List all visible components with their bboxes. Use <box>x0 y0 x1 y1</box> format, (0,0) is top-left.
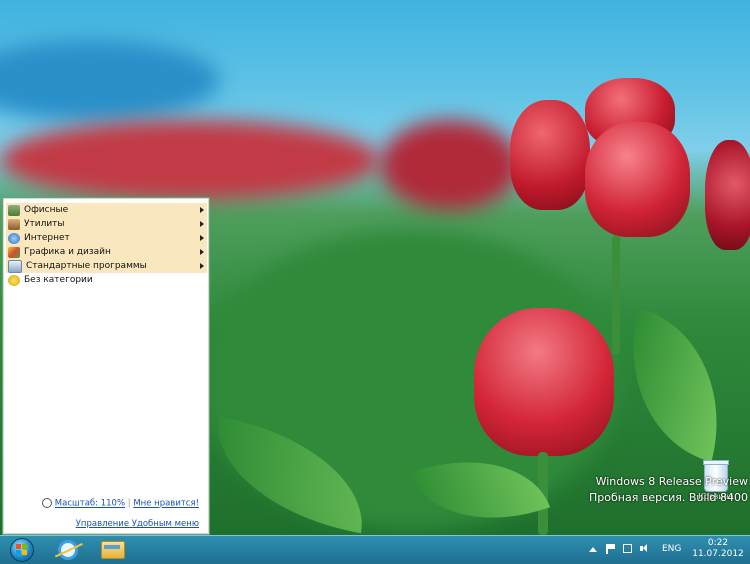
menu-item-label: Без категории <box>24 275 93 285</box>
show-hidden-icons[interactable] <box>589 547 597 552</box>
menu-item-label: Интернет <box>24 233 70 243</box>
tulip-edge <box>705 140 750 250</box>
menu-footer-bottom: Управление Удобным меню <box>3 511 199 530</box>
clock-time: 0:22 <box>707 538 729 548</box>
tulip-leaf <box>605 307 745 463</box>
menu-item-uncategorized[interactable]: Без категории <box>6 273 207 287</box>
tulip-right <box>585 122 690 237</box>
menu-item-office[interactable]: Офисные <box>6 203 207 217</box>
menu-item-label: Офисные <box>24 205 69 215</box>
menu-item-utilities[interactable]: Утилиты <box>6 217 207 231</box>
graphics-icon <box>8 246 20 258</box>
internet-explorer-button[interactable] <box>48 537 88 563</box>
clock-date: 11.07.2012 <box>692 549 744 559</box>
blurred-tulips <box>0 120 380 200</box>
watermark-line2: Пробная версия. Build 8400 <box>589 491 748 504</box>
language-indicator[interactable]: ENG <box>662 544 681 554</box>
menu-item-internet[interactable]: Интернет <box>6 231 207 245</box>
magnifier-icon <box>41 498 52 508</box>
tulip-left <box>510 100 590 210</box>
separator: | <box>127 498 131 509</box>
sky-cloud <box>0 40 220 120</box>
taskbar: ENG 0:22 11.07.2012 <box>0 535 750 564</box>
menu-item-standard[interactable]: Стандартные программы <box>6 259 207 273</box>
chevron-right-icon <box>200 249 204 255</box>
os-watermark: Windows 8 Release Preview Пробная версия… <box>589 474 748 506</box>
start-menu: Офисные Утилиты Интернет Графика и дизай… <box>2 197 210 535</box>
start-button[interactable] <box>2 537 42 563</box>
action-center-flag-icon[interactable] <box>606 544 615 554</box>
utilities-icon <box>8 218 20 230</box>
windows-logo-icon <box>10 538 34 562</box>
menu-item-label: Графика и дизайн <box>24 247 111 257</box>
menu-footer-top: Масштаб: 110% | Мне нравится! <box>3 498 199 509</box>
network-icon[interactable] <box>623 544 632 553</box>
watermark-line1: Windows 8 Release Preview <box>595 475 748 488</box>
menu-item-label: Утилиты <box>24 219 65 229</box>
tulip-center <box>474 308 614 456</box>
volume-icon[interactable] <box>640 544 649 553</box>
internet-icon <box>8 232 20 244</box>
like-link[interactable]: Мне нравится! <box>133 499 199 509</box>
standard-programs-icon <box>8 259 22 273</box>
office-icon <box>8 204 20 216</box>
uncategorized-icon <box>8 274 20 286</box>
chevron-right-icon <box>200 207 204 213</box>
blurred-tulips <box>380 120 520 210</box>
chevron-right-icon <box>200 221 204 227</box>
zoom-link[interactable]: Масштаб: 110% <box>55 499 125 509</box>
manage-menu-link[interactable]: Управление Удобным меню <box>76 519 199 529</box>
chevron-right-icon <box>200 235 204 241</box>
menu-item-graphics[interactable]: Графика и дизайн <box>6 245 207 259</box>
chevron-right-icon <box>200 263 204 269</box>
menu-item-label: Стандартные программы <box>26 261 147 271</box>
file-explorer-button[interactable] <box>93 537 133 563</box>
clock[interactable]: 0:22 11.07.2012 <box>690 538 746 560</box>
internet-explorer-icon <box>54 540 86 563</box>
folder-icon <box>101 541 125 559</box>
